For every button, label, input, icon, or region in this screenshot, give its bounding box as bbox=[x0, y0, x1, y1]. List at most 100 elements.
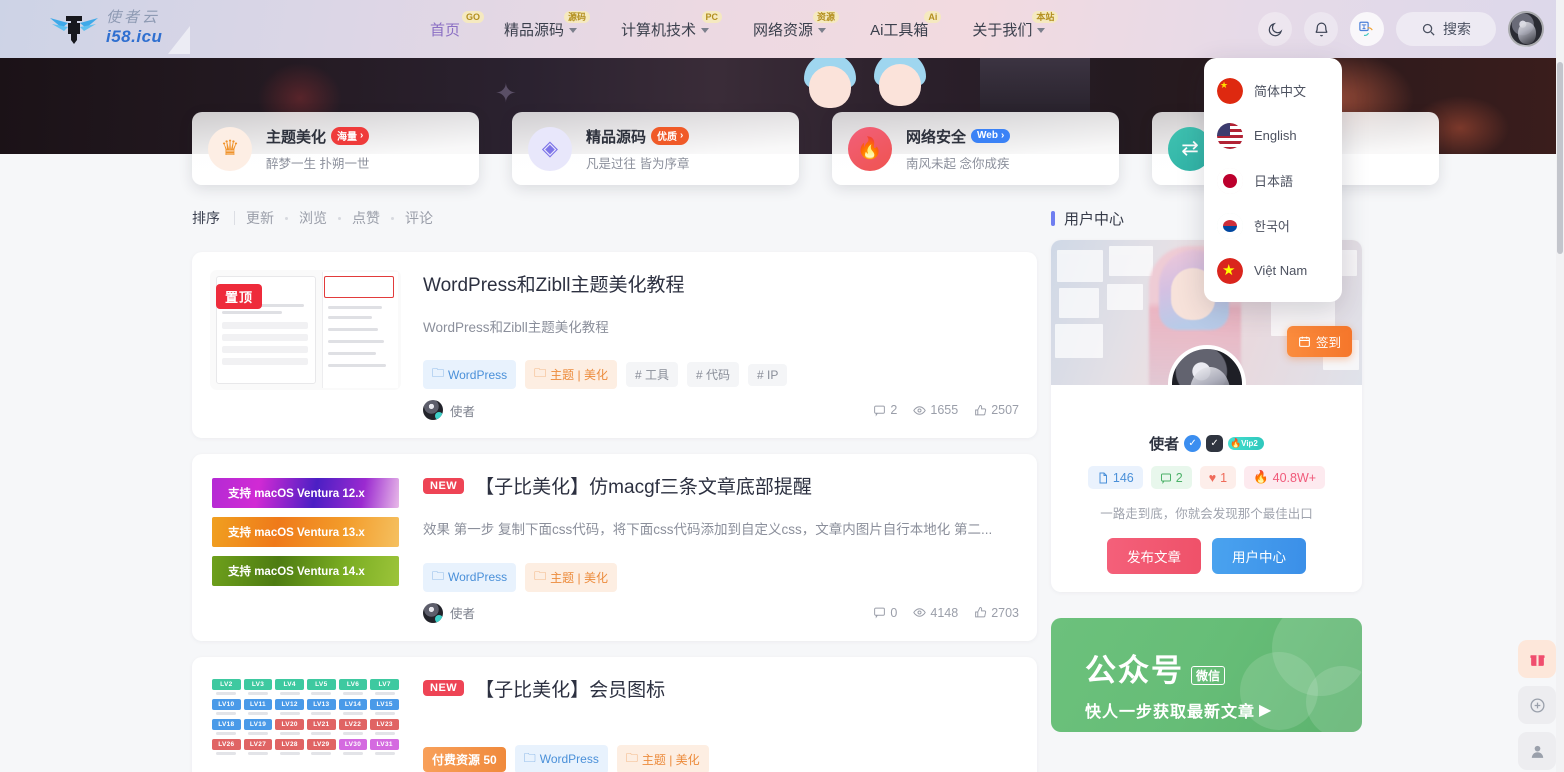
vertical-scrollbar[interactable] bbox=[1556, 0, 1564, 772]
gift-icon bbox=[1529, 654, 1545, 666]
nav-label: 精品源码 bbox=[504, 21, 565, 39]
article-tags: 🗀 WordPress 🗀 主题 | 美化 bbox=[423, 562, 1019, 592]
language-label: 한국어 bbox=[1254, 219, 1290, 234]
nav-label: 计算机技术 bbox=[621, 21, 697, 39]
article-card[interactable]: 置顶 WordPress和Zibll主题美化教程 WordPress和Zibll… bbox=[192, 252, 1037, 439]
wechat-banner[interactable]: 公众号 微信 快人一步获取最新文章 ▶ bbox=[1051, 618, 1362, 732]
nav-item-ai-toolbox[interactable]: Ai工具箱 Ai bbox=[848, 0, 950, 58]
gem-icon: ◈ bbox=[528, 126, 572, 171]
level-chip: LV13 bbox=[306, 698, 336, 710]
language-option-zh[interactable]: 简体中文 bbox=[1204, 68, 1342, 113]
level-chip: LV6 bbox=[338, 678, 368, 690]
publish-article-button[interactable]: 发布文章 bbox=[1107, 538, 1201, 574]
header-avatar[interactable] bbox=[1508, 11, 1544, 47]
user-icon bbox=[1531, 745, 1543, 758]
language-label: Việt Nam bbox=[1254, 263, 1308, 278]
article-footer: 使者 2 1655 2507 bbox=[423, 400, 1019, 421]
signin-button[interactable]: 签到 bbox=[1286, 326, 1352, 357]
scrollbar-thumb[interactable] bbox=[1557, 62, 1563, 254]
article-card[interactable]: 支持 macOS Ventura 12.x 支持 macOS Ventura 1… bbox=[192, 454, 1037, 641]
folder-icon: 🗀 bbox=[523, 750, 536, 765]
profile-button[interactable] bbox=[1518, 732, 1556, 770]
tag-keyword[interactable]: # 代码 bbox=[686, 362, 739, 388]
feature-card-theme[interactable]: ♛ 主题美化 海量 › 醉梦一生 扑朔一世 bbox=[192, 112, 479, 185]
level-chip: LV7 bbox=[370, 678, 399, 690]
sort-option-update[interactable]: 更新 bbox=[235, 208, 285, 228]
article-title[interactable]: NEW 【子比美化】会员图标 bbox=[423, 675, 1019, 702]
user-stat-likes[interactable]: ♥ 1 bbox=[1199, 466, 1237, 489]
nav-item-about-us[interactable]: 关于我们 本站 bbox=[950, 0, 1067, 58]
tag-keyword[interactable]: # 工具 bbox=[625, 362, 678, 388]
level-chip: LV2 bbox=[212, 678, 241, 690]
language-option-vi[interactable]: Việt Nam bbox=[1204, 248, 1342, 293]
level-chip: LV15 bbox=[370, 698, 399, 710]
article-title-text: WordPress和Zibll主题美化教程 bbox=[423, 275, 685, 296]
language-option-ko[interactable]: 한국어 bbox=[1204, 203, 1342, 248]
article-author[interactable]: 使者 bbox=[423, 602, 476, 623]
signin-label: 签到 bbox=[1315, 336, 1341, 350]
feature-card-security[interactable]: 🔥 网络安全 Web › 南风未起 念你成疾 bbox=[832, 112, 1119, 185]
nav-sup-badge: Ai bbox=[924, 11, 942, 23]
level-chip: LV11 bbox=[243, 698, 273, 710]
play-arrow-icon: ▶ bbox=[1259, 702, 1273, 719]
article-tags: 付费资源 50 🗀 WordPress 🗀 主题 | 美化 bbox=[423, 744, 1019, 772]
user-info: 使者 ✓ ✓ Vip2 146 2 ♥ 1 bbox=[1051, 385, 1362, 592]
document-icon bbox=[1099, 472, 1107, 483]
nav-item-computer-tech[interactable]: 计算机技术 PC bbox=[599, 0, 731, 58]
user-stat-popularity[interactable]: 🔥 40.8W+ bbox=[1244, 466, 1326, 489]
sort-label: 排序 bbox=[192, 210, 220, 226]
author-name: 使者 bbox=[450, 607, 476, 621]
feature-subtitle: 醉梦一生 扑朔一世 bbox=[266, 156, 370, 171]
dark-mode-toggle[interactable] bbox=[1258, 12, 1292, 46]
article-author[interactable]: 使者 bbox=[423, 400, 475, 421]
article-thumbnail[interactable]: 支持 macOS Ventura 12.x 支持 macOS Ventura 1… bbox=[210, 472, 401, 593]
sort-option-views[interactable]: 浏览 bbox=[288, 208, 338, 228]
tag-category[interactable]: 🗀 WordPress bbox=[514, 744, 608, 772]
floating-action-rail bbox=[1518, 640, 1556, 770]
logo-cn: 使者云 bbox=[106, 10, 161, 26]
tag-keyword[interactable]: # IP bbox=[748, 363, 788, 386]
user-stat-posts[interactable]: 146 bbox=[1087, 466, 1143, 489]
article-title[interactable]: WordPress和Zibll主题美化教程 bbox=[423, 270, 1019, 297]
level-chip: LV22 bbox=[338, 718, 368, 730]
add-button[interactable] bbox=[1518, 686, 1556, 724]
feature-card-source[interactable]: ◈ 精品源码 优质 › 凡是过往 皆为序章 bbox=[512, 112, 799, 185]
tag-paid-resource[interactable]: 付费资源 50 bbox=[423, 746, 506, 772]
flag-us-icon bbox=[1217, 122, 1243, 149]
tag-category[interactable]: 🗀 主题 | 美化 bbox=[525, 562, 617, 592]
sort-option-comments[interactable]: 评论 bbox=[394, 208, 444, 228]
notifications-button[interactable] bbox=[1304, 12, 1338, 46]
feature-badge: 海量 › bbox=[331, 127, 370, 145]
language-option-ja[interactable]: 日本語 bbox=[1204, 158, 1342, 203]
user-stat-comments[interactable]: 2 bbox=[1150, 466, 1192, 489]
search-button[interactable]: 搜索 bbox=[1396, 12, 1496, 46]
nav-item-home[interactable]: 首页 GO bbox=[408, 0, 485, 58]
user-center-button[interactable]: 用户中心 bbox=[1212, 538, 1306, 574]
article-card[interactable]: LV2 LV3 LV4 LV5 LV6 LV7 LV10 LV11 LV12 L… bbox=[192, 656, 1037, 772]
level-chip: LV10 bbox=[212, 698, 241, 710]
article-thumbnail[interactable]: 置顶 bbox=[210, 270, 401, 390]
tag-category[interactable]: 🗀 主题 | 美化 bbox=[616, 744, 709, 772]
nav-label: Ai工具箱 bbox=[870, 21, 929, 39]
nav-item-network-resources[interactable]: 网络资源 资源 bbox=[731, 0, 848, 58]
language-option-en[interactable]: English bbox=[1204, 113, 1342, 158]
nav-item-source[interactable]: 精品源码 源码 bbox=[482, 0, 599, 58]
site-logo[interactable]: 使者云 i58.icu bbox=[48, 10, 162, 46]
article-excerpt: 效果 第一步 复制下面css代码，将下面css代码添加到自定义css，文章内图片… bbox=[423, 522, 993, 538]
user-motto: 一路走到底，你就会发现那个最佳出口 bbox=[1100, 507, 1313, 521]
pinned-badge: 置顶 bbox=[216, 284, 263, 309]
comment-count: 2 bbox=[873, 403, 897, 417]
level-chip: LV4 bbox=[275, 678, 304, 690]
hero-head bbox=[809, 66, 851, 108]
article-thumbnail[interactable]: LV2 LV3 LV4 LV5 LV6 LV7 LV10 LV11 LV12 L… bbox=[210, 674, 401, 772]
level-chip: LV23 bbox=[370, 718, 399, 730]
sort-option-likes[interactable]: 点赞 bbox=[341, 208, 391, 228]
tag-category[interactable]: 🗀 WordPress bbox=[423, 562, 517, 592]
folder-icon: 🗀 bbox=[534, 568, 547, 583]
wechat-banner-title: 公众号 bbox=[1085, 653, 1184, 688]
gift-button[interactable] bbox=[1518, 640, 1556, 678]
article-title[interactable]: NEW 【子比美化】仿macgf三条文章底部提醒 bbox=[423, 472, 1019, 499]
tag-category[interactable]: 🗀 WordPress bbox=[423, 360, 517, 390]
tag-category[interactable]: 🗀 主题 | 美化 bbox=[525, 360, 617, 390]
language-switcher-button[interactable] bbox=[1350, 12, 1384, 46]
